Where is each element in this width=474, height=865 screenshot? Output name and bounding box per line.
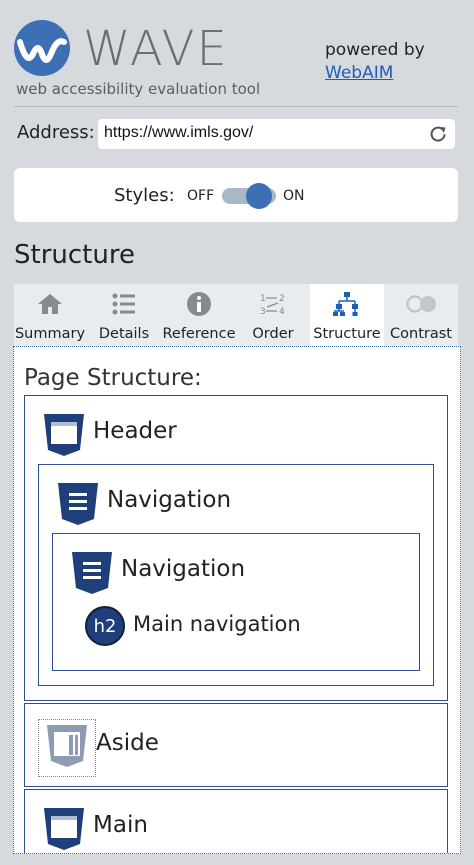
main-landmark-icon (44, 808, 84, 850)
aside-landmark[interactable]: Aside (24, 703, 448, 787)
tab-contrast[interactable]: Contrast (384, 284, 458, 346)
nav-outer-label: Navigation (107, 487, 232, 513)
tagline: web accessibility evaluation tool (16, 80, 261, 98)
aside-label: Aside (96, 730, 159, 756)
address-input[interactable]: https://www.imls.gov/ (98, 119, 455, 149)
styles-panel: Styles: OFF ON (14, 168, 458, 222)
tab-structure[interactable]: Structure (310, 284, 384, 346)
main-landmark[interactable]: Main (24, 789, 448, 853)
h2-heading-icon[interactable]: h2 (85, 606, 125, 646)
address-value: https://www.imls.gov/ (104, 124, 254, 141)
nav-inner-label: Navigation (121, 556, 246, 582)
panel-title: Page Structure: (24, 365, 202, 391)
powered-by-text: powered by (325, 40, 425, 60)
svg-text:4: 4 (279, 307, 285, 317)
tab-label: Summary (14, 326, 86, 342)
tab-label: Reference (162, 326, 236, 342)
nav-landmark-inner[interactable]: Navigation h2 Main navigation (52, 533, 420, 671)
info-icon (187, 292, 211, 316)
structure-icon (333, 292, 358, 316)
svg-text:1: 1 (260, 294, 266, 304)
tab-label: Details (98, 326, 150, 342)
divider (14, 106, 458, 107)
styles-off-label: OFF (187, 188, 215, 204)
section-title: Structure (14, 240, 135, 270)
tab-label: Contrast (390, 326, 452, 342)
svg-text:3: 3 (260, 307, 266, 317)
brand-header: WAVE web accessibility evaluation tool p… (0, 0, 474, 110)
navigation-landmark-icon (72, 552, 112, 594)
tab-label: Order (252, 326, 294, 342)
structure-panel: Page Structure: Header Navigation Naviga… (13, 346, 461, 854)
styles-on-label: ON (283, 188, 305, 204)
aside-landmark-icon (47, 725, 87, 767)
tab-summary[interactable]: Summary (14, 284, 86, 346)
header-landmark-icon (44, 414, 84, 456)
h2-heading-label: Main navigation (133, 612, 301, 636)
home-icon (38, 294, 62, 314)
header-label: Header (93, 418, 177, 444)
webaim-link[interactable]: WebAIM (325, 63, 393, 83)
styles-toggle-knob[interactable] (246, 183, 272, 209)
tab-bar: Summary Details Reference 1 2 3 4 Order (14, 284, 458, 346)
order-icon: 1 2 3 4 (260, 294, 285, 317)
contrast-icon (406, 295, 436, 313)
tab-label: Structure (313, 326, 381, 342)
app-name: WAVE (83, 21, 229, 77)
tab-details[interactable]: Details (86, 284, 162, 346)
navigation-landmark-icon (58, 483, 98, 525)
nav-landmark-outer[interactable]: Navigation Navigation h2 Main navigation (38, 464, 434, 686)
tab-reference[interactable]: Reference (162, 284, 236, 346)
reload-icon[interactable] (428, 124, 448, 144)
wave-logo-icon (14, 20, 70, 76)
header-landmark[interactable]: Header Navigation Navigation h2 Main nav… (24, 395, 448, 701)
tab-order[interactable]: 1 2 3 4 Order (236, 284, 310, 346)
main-label: Main (93, 812, 148, 838)
address-label: Address: (17, 122, 95, 143)
svg-text:2: 2 (279, 294, 285, 304)
styles-label: Styles: (114, 185, 175, 206)
list-icon (112, 293, 135, 315)
